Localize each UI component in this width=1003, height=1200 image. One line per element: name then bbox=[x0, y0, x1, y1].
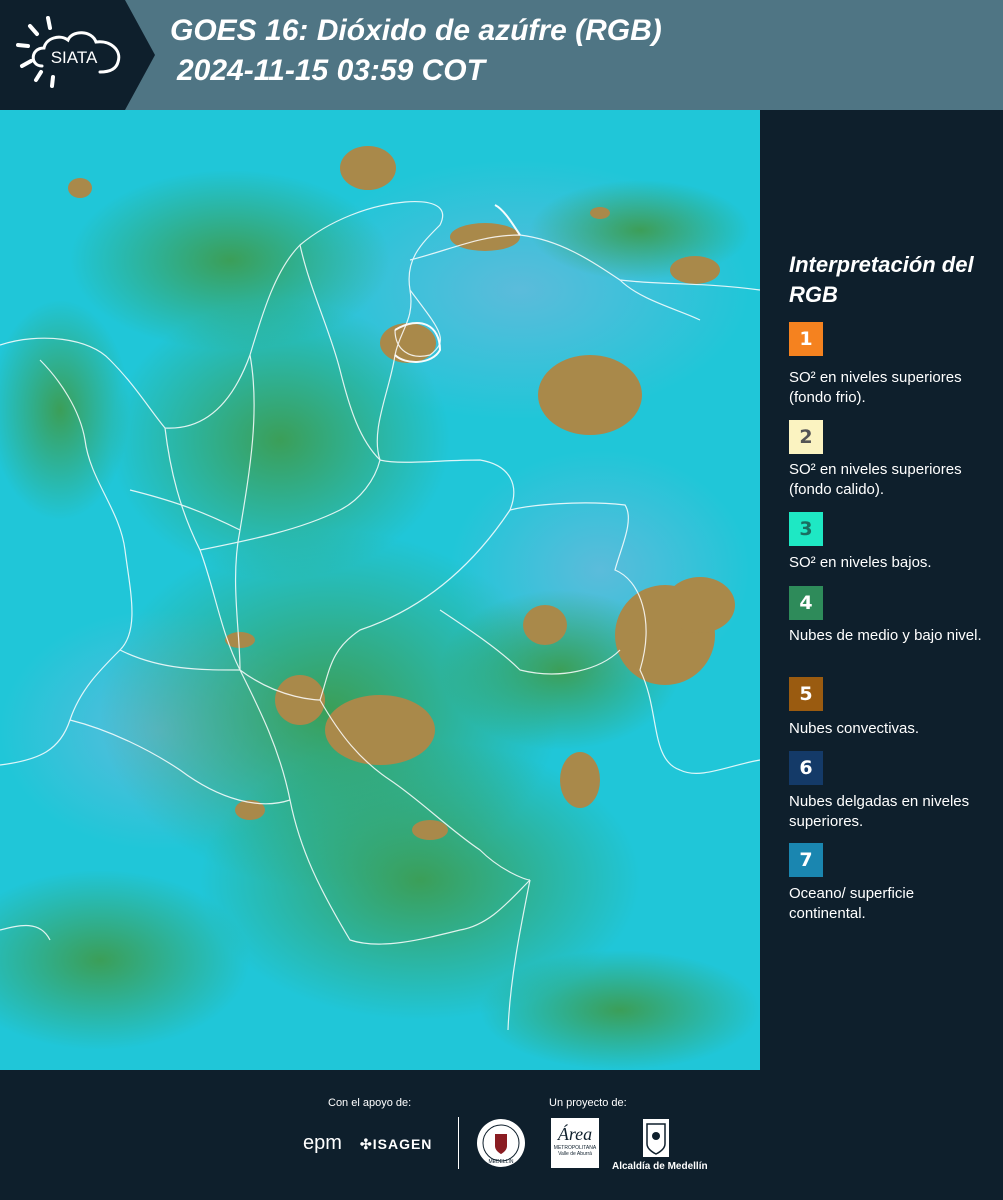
siata-logo: SIATA bbox=[0, 0, 155, 110]
legend-label-5: Nubes convectivas. bbox=[789, 720, 920, 737]
alcaldia-label: Alcaldía de Medellín bbox=[612, 1161, 708, 1172]
satellite-map bbox=[0, 110, 760, 1070]
legend-swatch-4: 4 bbox=[789, 586, 823, 620]
header-bar: SIATA GOES 16: Dióxido de azúfre (RGB) 2… bbox=[0, 0, 1003, 110]
legend-label-3: SO² en niveles bajos. bbox=[789, 554, 932, 571]
legend-number: 1 bbox=[799, 328, 813, 350]
isagen-text: ISAGEN bbox=[372, 1136, 433, 1152]
support-label: Con el apoyo de: bbox=[328, 1097, 412, 1109]
footer: Con el apoyo de: Un proyecto de: epm ✣IS… bbox=[0, 1070, 1003, 1200]
project-label: Un proyecto de: bbox=[549, 1097, 627, 1109]
area-logo-text: Área bbox=[557, 1124, 593, 1144]
legend-swatch-7: 7 bbox=[789, 843, 823, 877]
legend-number: 2 bbox=[799, 426, 813, 448]
legend-label-4: Nubes de medio y bajo nivel. bbox=[789, 627, 982, 644]
alcaldia-shield-icon bbox=[643, 1119, 669, 1157]
svg-text:SIATA: SIATA bbox=[51, 48, 98, 67]
legend-label-7: Oceano/ superficie continental. bbox=[789, 885, 915, 922]
legend-swatch-1: 1 bbox=[789, 322, 823, 356]
legend-swatch-3: 3 bbox=[789, 512, 823, 546]
svg-text:MEDELLÍN: MEDELLÍN bbox=[488, 1158, 513, 1165]
legend-label-1: SO² en niveles superiores (fondo frio). bbox=[789, 369, 962, 406]
legend-number: 7 bbox=[799, 849, 813, 871]
legend-number: 4 bbox=[799, 592, 813, 614]
legend-swatch-5: 5 bbox=[789, 677, 823, 711]
area-logo-subtext-2: Valle de Aburrá bbox=[558, 1151, 592, 1157]
legend-label-2: SO² en niveles superiores (fondo calido)… bbox=[789, 461, 962, 498]
footer-divider bbox=[458, 1117, 459, 1169]
medellin-seal-icon: MEDELLÍN bbox=[477, 1119, 525, 1167]
map-title: GOES 16: Dióxido de azúfre (RGB) bbox=[170, 14, 662, 47]
legend-swatch-2: 2 bbox=[789, 420, 823, 454]
legend-number: 6 bbox=[799, 757, 813, 779]
legend-title: Interpretación del RGB bbox=[789, 252, 974, 307]
legend-number: 5 bbox=[799, 683, 813, 705]
map-timestamp: 2024-11-15 03:59 COT bbox=[177, 54, 485, 87]
legend-label-6: Nubes delgadas en niveles superiores. bbox=[789, 793, 970, 830]
area-metropolitana-logo: Área METROPOLITANA Valle de Aburrá bbox=[551, 1118, 599, 1168]
epm-logo: epm bbox=[303, 1132, 342, 1154]
legend-number: 3 bbox=[799, 518, 813, 540]
isagen-icon: ✣ bbox=[360, 1136, 373, 1152]
isagen-logo: ✣ISAGEN bbox=[360, 1136, 432, 1153]
legend-swatch-6: 6 bbox=[789, 751, 823, 785]
